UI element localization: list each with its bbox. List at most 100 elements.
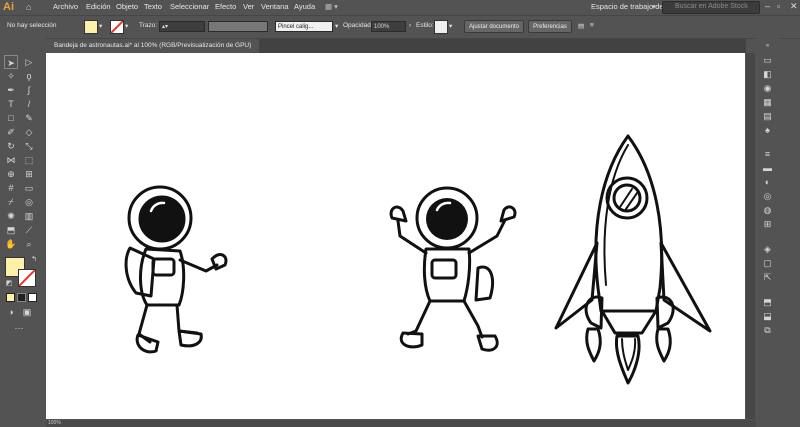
direct-selection-tool-icon[interactable]: ▷ bbox=[22, 55, 36, 69]
stroke-color-box[interactable] bbox=[18, 269, 36, 287]
graphic-styles-icon[interactable]: ◍ bbox=[761, 204, 774, 216]
none-mode-icon[interactable] bbox=[28, 293, 37, 302]
fill-dropdown-icon[interactable]: ▾ bbox=[99, 22, 102, 30]
opacity-arrow-icon[interactable]: › bbox=[409, 22, 411, 29]
width-tool-icon[interactable]: ⋈ bbox=[4, 153, 18, 167]
curvature-tool-icon[interactable]: ∫ bbox=[22, 83, 36, 97]
graph-tool-icon[interactable]: ▥ bbox=[22, 209, 36, 223]
lasso-icon[interactable]: ϙ bbox=[22, 69, 36, 83]
close-icon[interactable]: ✕ bbox=[790, 1, 798, 12]
style-swatch[interactable] bbox=[434, 20, 448, 34]
preferences-button[interactable]: Preferencias bbox=[528, 20, 572, 33]
artboards-panel-icon[interactable]: ▢ bbox=[761, 257, 774, 269]
shape-builder-icon[interactable]: ⊕ bbox=[4, 167, 18, 181]
magic-wand-icon[interactable]: ✧ bbox=[4, 69, 18, 83]
adjust-document-button[interactable]: Ajustar documento bbox=[464, 20, 524, 33]
export-panel-icon[interactable]: ⇱ bbox=[761, 271, 774, 283]
menu-efecto[interactable]: Efecto bbox=[215, 2, 236, 11]
color-guide-icon[interactable]: ▦ bbox=[761, 96, 774, 108]
gradient-panel-icon[interactable]: ▬ bbox=[761, 162, 774, 174]
menu-edicion[interactable]: Edición bbox=[86, 2, 111, 11]
minimize-icon[interactable]: – bbox=[765, 1, 770, 11]
workspace-grid-icon[interactable]: ▦ ▾ bbox=[325, 2, 338, 11]
variable-width-field[interactable] bbox=[208, 21, 268, 32]
line-tool-icon[interactable]: / bbox=[22, 97, 36, 111]
fill-swatch[interactable] bbox=[84, 20, 98, 34]
layers-panel-icon[interactable]: ◈ bbox=[761, 243, 774, 255]
artboard-tool-icon[interactable]: ⬒ bbox=[4, 223, 18, 237]
eyedropper-icon[interactable]: ⌿ bbox=[4, 195, 18, 209]
free-transform-icon[interactable]: ⬚ bbox=[22, 153, 36, 167]
gradient-mode-icon[interactable] bbox=[17, 293, 26, 302]
astronaut-1-leg-right bbox=[175, 303, 199, 335]
transform-panel-icon[interactable]: ⬓ bbox=[761, 310, 774, 322]
slice-tool-icon[interactable]: ⟋ bbox=[22, 223, 36, 237]
zoom-tool-icon[interactable]: ⌕ bbox=[22, 237, 36, 251]
gradient-tool-icon[interactable]: ▭ bbox=[22, 181, 36, 195]
mesh-tool-icon[interactable]: # bbox=[4, 181, 18, 195]
stock-search-input[interactable]: Buscar en Adobe Stock bbox=[662, 1, 760, 14]
workspace-chevron-icon[interactable]: ▾ bbox=[652, 2, 656, 11]
appearance-panel-icon[interactable]: ◎ bbox=[761, 190, 774, 202]
maximize-icon[interactable]: ▫ bbox=[777, 1, 780, 11]
properties-panel-icon[interactable]: ▭ bbox=[761, 54, 774, 66]
collapse-panels-icon[interactable]: « bbox=[761, 40, 774, 52]
swap-colors-icon[interactable]: ↰ bbox=[27, 253, 41, 267]
artwork-svg bbox=[124, 134, 712, 385]
canvas[interactable] bbox=[46, 53, 745, 419]
menu-ver[interactable]: Ver bbox=[243, 2, 254, 11]
menu-seleccionar[interactable]: Seleccionar bbox=[170, 2, 209, 11]
brushes-panel-icon[interactable]: ♠ bbox=[761, 124, 774, 136]
stroke-swatch[interactable] bbox=[110, 20, 124, 34]
zoom-level[interactable]: 100% bbox=[48, 420, 61, 426]
astronaut-2-glove-left bbox=[389, 205, 408, 223]
edit-toolbar-icon[interactable]: ··· bbox=[12, 321, 26, 335]
menu-archivo[interactable]: Archivo bbox=[53, 2, 78, 11]
rocket-flame-right bbox=[655, 327, 672, 363]
color-panel-icon[interactable]: ◉ bbox=[761, 82, 774, 94]
stroke-dropdown-icon[interactable]: ▾ bbox=[125, 22, 128, 30]
draw-mode-icon[interactable]: ◑ bbox=[4, 305, 18, 319]
scale-tool-icon[interactable]: ⤡ bbox=[22, 139, 36, 153]
blend-tool-icon[interactable]: ◎ bbox=[22, 195, 36, 209]
menu-ayuda[interactable]: Ayuda bbox=[294, 2, 315, 11]
menu-ventana[interactable]: Ventana bbox=[261, 2, 289, 11]
rectangle-tool-icon[interactable]: □ bbox=[4, 111, 18, 125]
selection-tool-icon[interactable]: ➤ bbox=[4, 55, 18, 69]
artboard[interactable] bbox=[46, 53, 745, 419]
stroke-weight-field[interactable]: ▴▾ bbox=[159, 21, 205, 32]
astronaut-2-chest-panel bbox=[430, 258, 458, 280]
rotate-tool-icon[interactable]: ↻ bbox=[4, 139, 18, 153]
stroke-panel-icon[interactable]: ≡ bbox=[761, 148, 774, 160]
more-menu-icon[interactable]: ≡ bbox=[590, 22, 594, 29]
rocket[interactable] bbox=[554, 134, 712, 385]
symbol-sprayer-icon[interactable]: ✺ bbox=[4, 209, 18, 223]
shaper-tool-icon[interactable]: ✐ bbox=[4, 125, 18, 139]
vertical-scrollbar[interactable] bbox=[746, 53, 755, 419]
swatches-panel-icon[interactable]: ▤ bbox=[761, 110, 774, 122]
paintbrush-icon[interactable]: ✎ bbox=[22, 111, 36, 125]
style-dropdown-icon[interactable]: ▾ bbox=[449, 22, 452, 30]
default-colors-icon[interactable]: ◩ bbox=[2, 277, 16, 291]
menu-objeto[interactable]: Objeto bbox=[116, 2, 138, 11]
opacity-field[interactable]: 100% bbox=[371, 21, 406, 32]
eraser-icon[interactable]: ◇ bbox=[22, 125, 36, 139]
arrange-icon[interactable]: ▤ bbox=[578, 22, 584, 30]
libraries-panel-icon[interactable]: ◧ bbox=[761, 68, 774, 80]
align-panel-icon[interactable]: ⊞ bbox=[761, 218, 774, 230]
screen-mode-icon[interactable]: ▣ bbox=[20, 305, 34, 319]
color-mode-icon[interactable] bbox=[6, 293, 15, 302]
type-tool-icon[interactable]: T bbox=[4, 97, 18, 111]
no-stroke-icon bbox=[19, 270, 35, 286]
brush-definition-field[interactable]: Pincel calig... bbox=[275, 21, 333, 32]
pathfinder-panel-icon[interactable]: ⧉ bbox=[761, 324, 774, 336]
document-tab[interactable]: Bandeja de astronautas.ai* al 100% (RGB/… bbox=[46, 39, 260, 53]
pen-tool-icon[interactable]: ✒ bbox=[4, 83, 18, 97]
menu-texto[interactable]: Texto bbox=[144, 2, 162, 11]
brush-dropdown-icon[interactable]: ▾ bbox=[335, 22, 338, 30]
transparency-panel-icon[interactable]: ◐ bbox=[761, 176, 774, 188]
hand-tool-icon[interactable]: ✋ bbox=[4, 237, 18, 251]
links-panel-icon[interactable]: ⬒ bbox=[761, 296, 774, 308]
perspective-grid-icon[interactable]: ⊞ bbox=[22, 167, 36, 181]
home-icon[interactable]: ⌂ bbox=[26, 2, 36, 12]
